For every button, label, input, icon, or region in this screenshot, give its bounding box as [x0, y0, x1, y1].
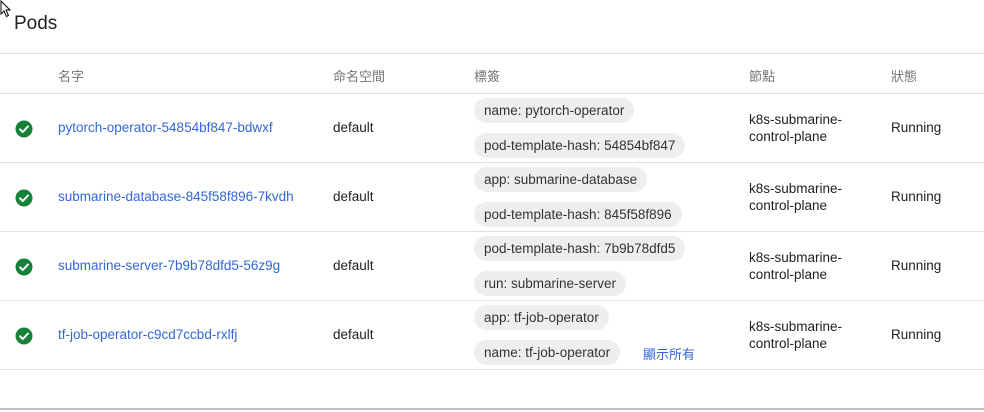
node-value: k8s-submarine- control-plane — [749, 249, 859, 283]
bottom-divider — [0, 408, 984, 410]
label-chip: app: tf-job-operator — [474, 305, 609, 330]
node-value-line: control-plane — [749, 129, 828, 144]
column-header-node[interactable]: 節點 — [749, 66, 775, 85]
table-row: submarine-server-7b9b78dfd5-56z9g defaul… — [0, 232, 984, 301]
node-value-line: control-plane — [749, 198, 828, 213]
namespace-value: default — [333, 189, 374, 204]
column-header-name[interactable]: 名字 — [58, 66, 84, 85]
table-row: pytorch-operator-54854bf847-bdwxf defaul… — [0, 94, 984, 163]
check-circle-icon — [15, 120, 33, 138]
column-header-labels: 標簽 — [474, 70, 501, 85]
label-chip: pod-template-hash: 845f58f896 — [474, 202, 682, 227]
status-value: Running — [891, 258, 942, 273]
node-value-line: k8s-submarine- — [749, 319, 843, 334]
node-value-line: k8s-submarine- — [749, 250, 843, 265]
node-value: k8s-submarine- control-plane — [749, 180, 859, 214]
node-value: k8s-submarine- control-plane — [749, 111, 859, 145]
label-chip: pod-template-hash: 54854bf847 — [474, 133, 686, 158]
table-row: submarine-database-845f58f896-7kvdh defa… — [0, 163, 984, 232]
check-circle-icon — [15, 258, 33, 276]
pod-name-link[interactable]: pytorch-operator-54854bf847-bdwxf — [58, 120, 273, 135]
pods-table: 名字 命名空間 標簽 節點 狀態 pytorch-operator-54854b… — [0, 53, 984, 370]
namespace-value: default — [333, 258, 374, 273]
page-title: Pods — [14, 13, 58, 34]
status-value: Running — [891, 120, 942, 135]
label-chip: name: pytorch-operator — [474, 98, 635, 123]
status-value: Running — [891, 327, 942, 342]
column-header-namespace[interactable]: 命名空間 — [333, 66, 385, 85]
status-value: Running — [891, 189, 942, 204]
check-circle-icon — [15, 189, 33, 207]
node-value-line: k8s-submarine- — [749, 181, 843, 196]
node-value: k8s-submarine- control-plane — [749, 318, 859, 352]
column-header-status[interactable]: 狀態 — [891, 66, 917, 85]
label-chip: name: tf-job-operator — [474, 340, 621, 365]
node-value-line: control-plane — [749, 336, 828, 351]
show-all-labels-link[interactable]: 顯示所有 — [643, 344, 695, 363]
label-chip: pod-template-hash: 7b9b78dfd5 — [474, 236, 686, 261]
table-header: 名字 命名空間 標簽 節點 狀態 — [0, 53, 984, 94]
mouse-cursor-icon — [0, 0, 12, 18]
table-row: tf-job-operator-c9cd7ccbd-rxlfj default … — [0, 301, 984, 370]
namespace-value: default — [333, 327, 374, 342]
label-chip: app: submarine-database — [474, 167, 648, 192]
pod-name-link[interactable]: submarine-database-845f58f896-7kvdh — [58, 189, 294, 204]
check-circle-icon — [15, 327, 33, 345]
pod-name-link[interactable]: submarine-server-7b9b78dfd5-56z9g — [58, 258, 280, 273]
namespace-value: default — [333, 120, 374, 135]
node-value-line: control-plane — [749, 267, 828, 282]
label-chip: run: submarine-server — [474, 271, 627, 296]
node-value-line: k8s-submarine- — [749, 112, 843, 127]
pod-name-link[interactable]: tf-job-operator-c9cd7ccbd-rxlfj — [58, 327, 237, 342]
